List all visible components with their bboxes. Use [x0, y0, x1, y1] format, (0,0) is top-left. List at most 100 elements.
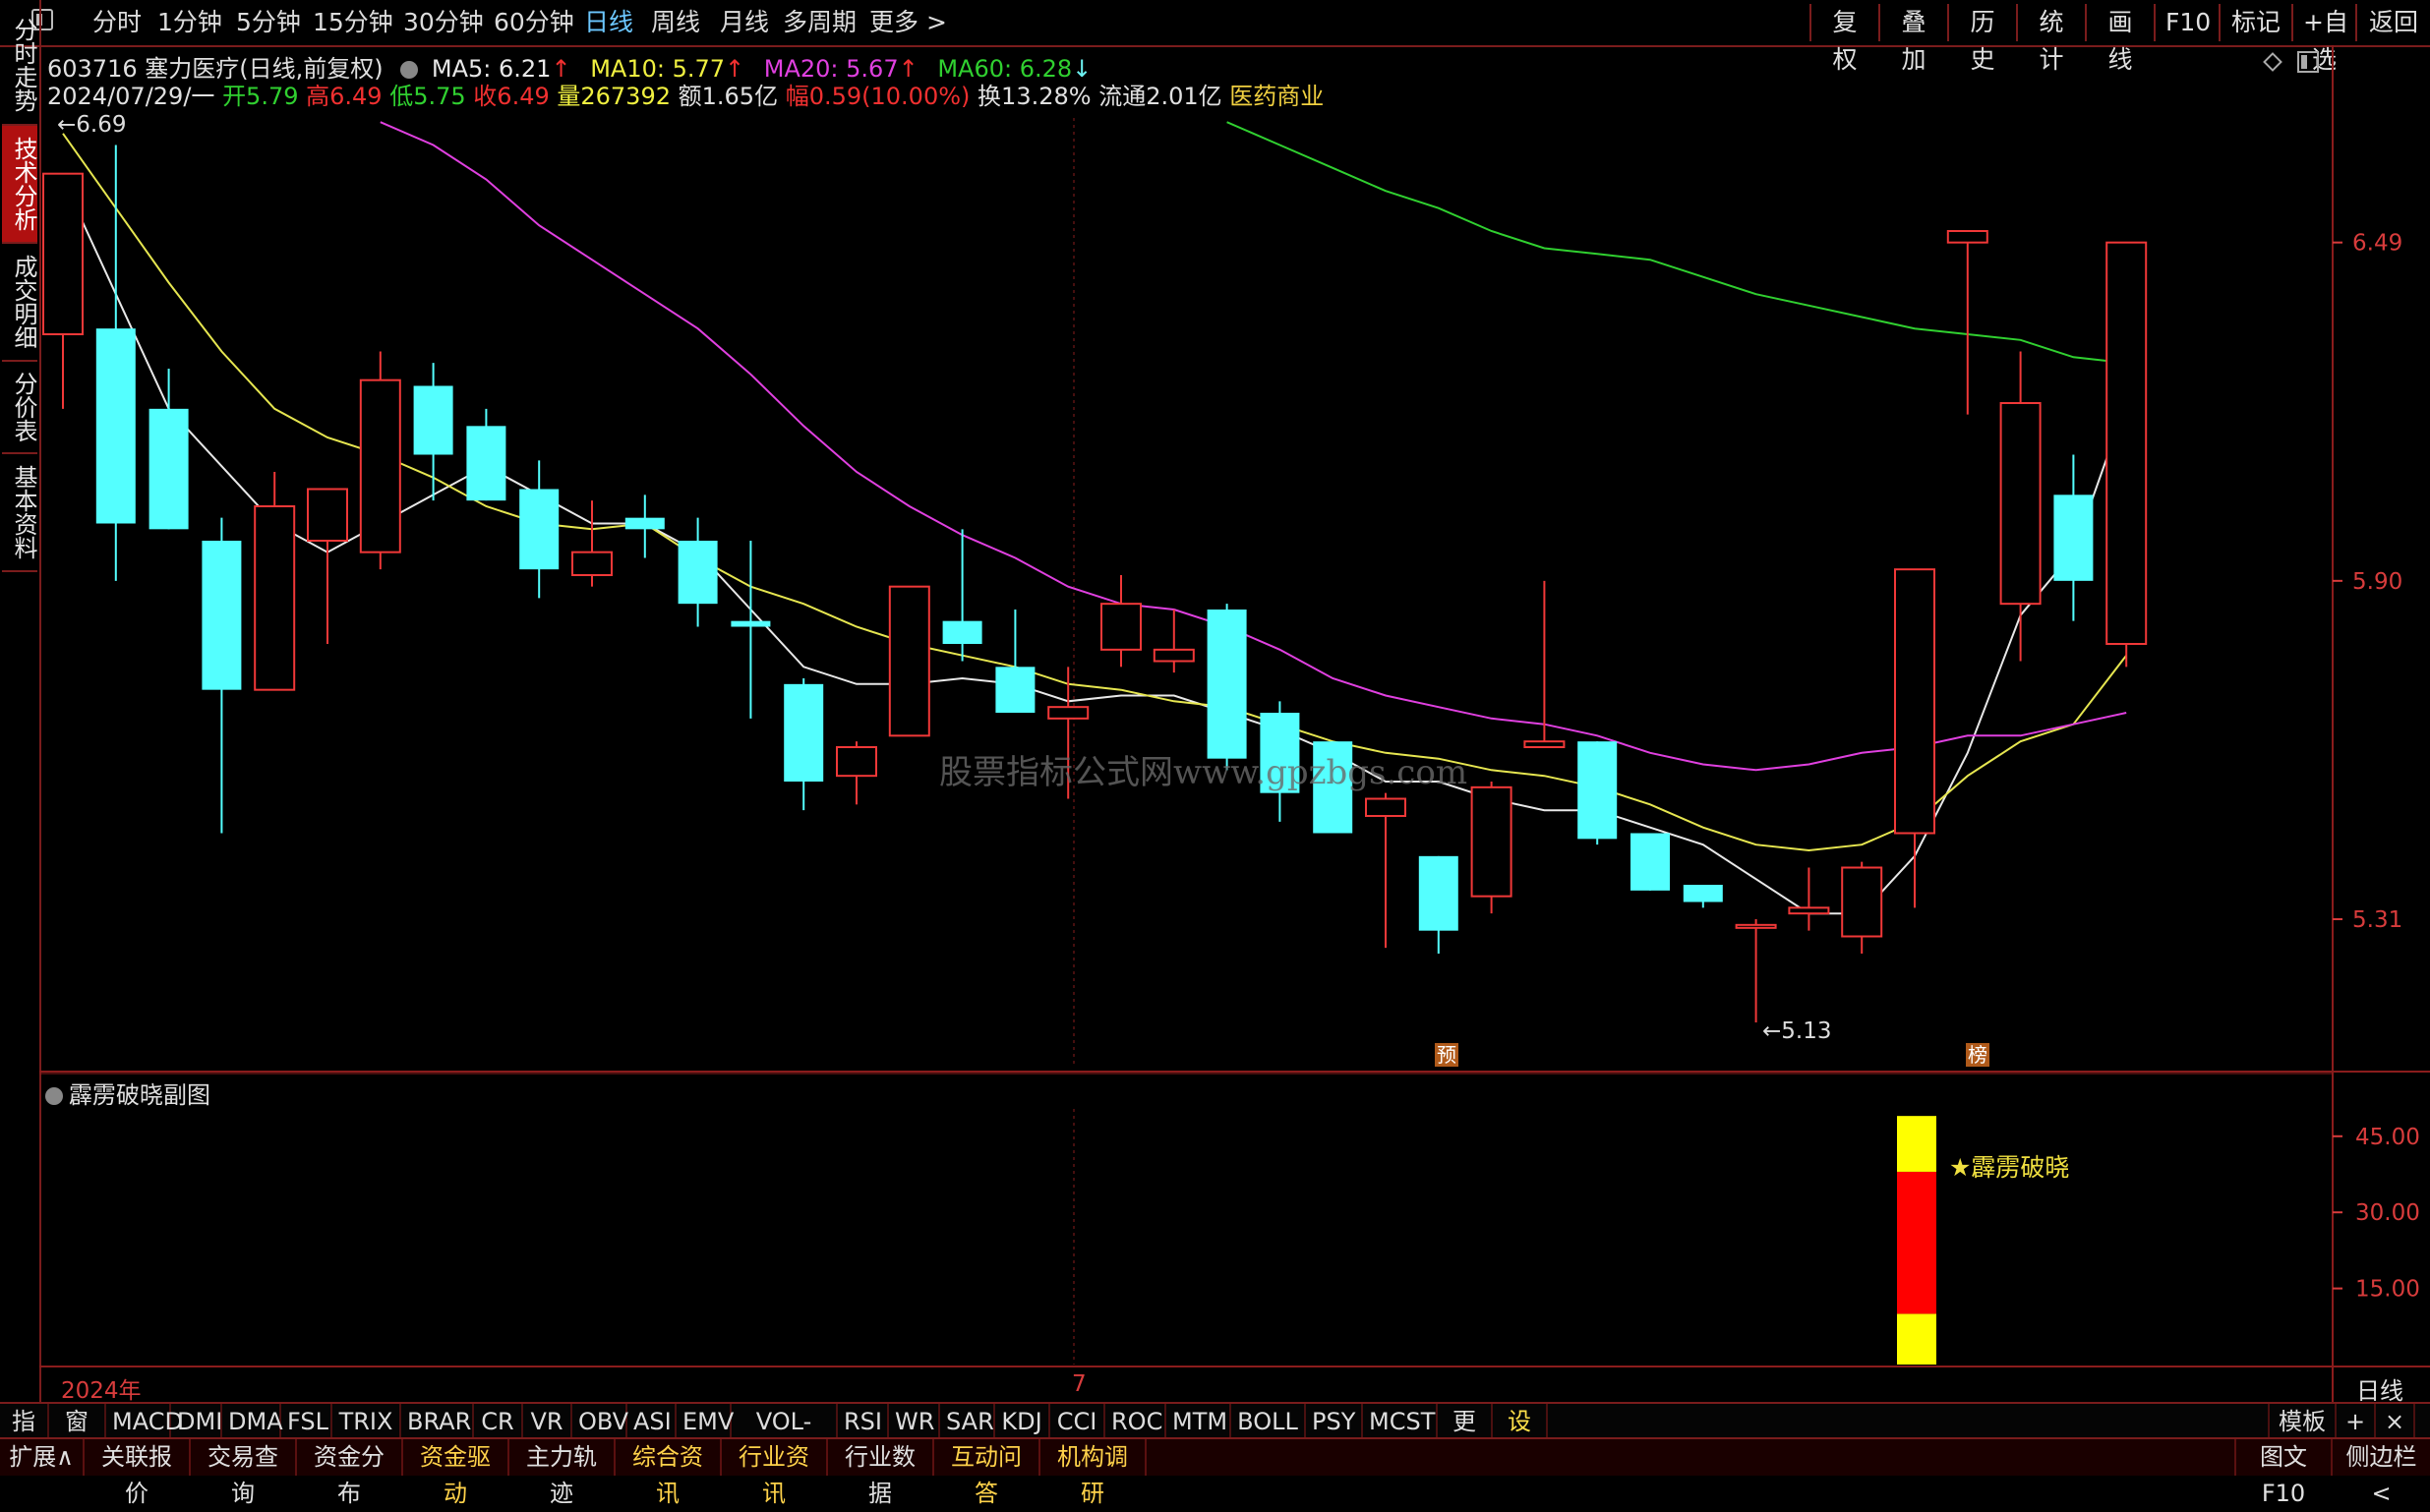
template-button[interactable]: 模板 [2268, 1404, 2337, 1439]
candle-body[interactable] [836, 746, 877, 778]
indicator-tab[interactable]: BOLL [1231, 1404, 1306, 1439]
y-tick-label: 5.31 [2352, 907, 2402, 933]
candle-body[interactable] [95, 328, 136, 524]
candle-body[interactable] [1207, 610, 1247, 759]
candle-body[interactable] [359, 378, 401, 553]
indicator-tab[interactable]: MACD [106, 1404, 183, 1439]
candle-body[interactable] [888, 585, 930, 737]
candle-body[interactable] [413, 385, 453, 455]
candle-body[interactable] [1577, 741, 1618, 840]
candle-body[interactable] [1894, 568, 1935, 835]
indicator-tab[interactable]: MTM [1166, 1404, 1231, 1439]
candle-body[interactable] [1100, 603, 1142, 651]
indicator-tab[interactable]: KDJ [995, 1404, 1050, 1439]
indicator-tab[interactable]: VR [523, 1404, 572, 1439]
sidebar-toggle-button[interactable]: 侧边栏 < [2333, 1439, 2430, 1507]
low-mark-value: 5.13 [1781, 1018, 1832, 1044]
sub-y-tick-label: 45.00 [2355, 1125, 2420, 1150]
extension-tab[interactable]: 行业资讯 [722, 1439, 828, 1507]
kline-chart[interactable]: 6.49 5.90 5.31 45.00 30.00 15.00 [0, 0, 2430, 1402]
candle-body[interactable] [731, 620, 771, 627]
stock-chart-window: 分时 1分钟 5分钟 15分钟 30分钟 60分钟 日线 周线 月线 多周期 更多 > 复权 叠加 历史… [0, 0, 2430, 1507]
candle-body[interactable] [519, 489, 560, 570]
candle-body[interactable] [202, 541, 242, 690]
extension-tab[interactable]: 主力轨迹 [509, 1439, 616, 1507]
y-tick-label: 6.49 [2352, 231, 2402, 257]
candle-body[interactable] [995, 667, 1036, 713]
extension-tab[interactable]: 行业数据 [828, 1439, 934, 1507]
indicator-tab[interactable]: BRAR [401, 1404, 474, 1439]
indicator-tab[interactable]: 设置 [1493, 1404, 1548, 1471]
indicator-tab[interactable]: FSL [281, 1404, 332, 1439]
add-indicator-button[interactable]: + [2337, 1404, 2376, 1439]
sub-chart-title: 霹雳破晓副图 [69, 1081, 210, 1109]
extension-tab[interactable]: 机构调研 [1040, 1439, 1147, 1507]
candle-body[interactable] [1418, 855, 1458, 931]
signal-bar-segment [1897, 1116, 1936, 1172]
sub-chart-toggle-icon[interactable] [45, 1087, 63, 1105]
close-indicator-button[interactable]: × [2376, 1404, 2415, 1439]
candle-body[interactable] [784, 683, 824, 782]
f10-graphic-button[interactable]: 图文F10 [2234, 1439, 2333, 1507]
candle-body[interactable] [2105, 241, 2148, 646]
indicator-tab[interactable]: EMV [677, 1404, 734, 1439]
arrow-left-icon: ← [57, 112, 77, 138]
indicator-tab[interactable]: CR [474, 1404, 523, 1439]
ma-line-ma60 [1226, 121, 2127, 365]
candle-body[interactable] [1047, 706, 1090, 720]
candle-body[interactable] [571, 551, 613, 577]
candle-body[interactable] [1630, 833, 1670, 891]
candle-body[interactable] [678, 541, 718, 605]
candle-body[interactable] [254, 505, 296, 691]
candle-body[interactable] [1683, 885, 1723, 902]
candle-body[interactable] [1999, 402, 2042, 606]
period-indicator: 日线 [2356, 1377, 2403, 1405]
sub-y-tick-label: 30.00 [2355, 1200, 2420, 1226]
indicator-tab[interactable]: DMI [171, 1404, 222, 1439]
candle-body[interactable] [466, 426, 506, 501]
candle-body[interactable] [307, 488, 348, 542]
indicator-tab[interactable]: VOL-TDX [732, 1404, 838, 1471]
candle-body[interactable] [1735, 923, 1777, 929]
indicator-tab[interactable]: ROC [1105, 1404, 1166, 1439]
candle-body[interactable] [1946, 230, 1988, 244]
badge-pre[interactable]: 预 [1435, 1043, 1458, 1067]
candle-body[interactable] [1153, 648, 1195, 663]
indicator-tab[interactable]: SAR [940, 1404, 995, 1439]
indicator-tab[interactable]: ASI [627, 1404, 677, 1439]
extension-tab[interactable]: 关联报价 [85, 1439, 191, 1507]
x-axis-year: 2024年 [61, 1378, 142, 1404]
extension-tab[interactable]: 扩展∧ [0, 1439, 85, 1476]
indicator-tab[interactable]: CCI [1050, 1404, 1105, 1439]
badge-bang[interactable]: 榜 [1966, 1043, 1989, 1067]
candle-body[interactable] [1523, 740, 1566, 749]
extension-tab[interactable]: 互动问答 [934, 1439, 1040, 1507]
extension-tab[interactable]: 交易查询 [191, 1439, 297, 1507]
indicator-tab[interactable]: TRIX [332, 1404, 401, 1439]
indicator-tab[interactable]: 指标 [0, 1404, 49, 1471]
candle-body[interactable] [1788, 906, 1830, 915]
indicator-tab[interactable]: 更多 [1438, 1404, 1493, 1471]
indicator-tab[interactable]: DMA [222, 1404, 283, 1439]
watermark: 股票指标公式网www.gpzbgs.com [939, 753, 1468, 792]
indicator-tab[interactable]: PSY [1306, 1404, 1363, 1439]
extension-tab[interactable]: 资金驱动 [403, 1439, 509, 1507]
candle-body[interactable] [1365, 797, 1406, 817]
indicator-tab[interactable]: WR [889, 1404, 940, 1439]
candle-body[interactable] [1841, 866, 1883, 938]
candle-body[interactable] [42, 172, 84, 335]
candle-body[interactable] [624, 517, 665, 530]
indicator-tab[interactable]: RSI [838, 1404, 889, 1439]
candle-body[interactable] [148, 408, 189, 530]
indicator-tab[interactable]: 窗口 [49, 1404, 106, 1471]
candle-body[interactable] [1470, 785, 1512, 898]
extension-tab[interactable]: 综合资讯 [616, 1439, 722, 1507]
indicator-tab[interactable]: OBV [572, 1404, 628, 1439]
extension-tab[interactable]: 资金分布 [297, 1439, 403, 1507]
candle-body[interactable] [942, 620, 982, 644]
y-tick-label: 5.90 [2352, 569, 2402, 595]
indicator-tab[interactable]: MCST [1363, 1404, 1438, 1439]
candle-body[interactable] [2053, 494, 2094, 581]
high-price-marker: ←6.69 [57, 112, 127, 138]
arrow-left-icon: ← [1762, 1018, 1782, 1044]
